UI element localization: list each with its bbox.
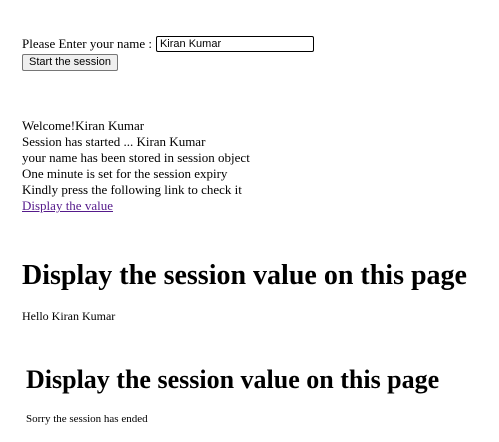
session-status: Welcome!Kiran Kumar Session has started … <box>22 118 250 214</box>
start-session-button[interactable]: Start the session <box>22 54 118 71</box>
welcome-text: Welcome!Kiran Kumar <box>22 118 145 133</box>
expiry-text: One minute is set for the session expiry <box>22 166 228 181</box>
name-input[interactable] <box>155 36 314 52</box>
display-section: Display the session value on this page H… <box>22 259 467 323</box>
session-started-text: Session has started ... Kiran Kumar <box>22 134 206 149</box>
stored-text: your name has been stored in session obj… <box>22 150 250 165</box>
display-value-link[interactable]: Display the value <box>22 198 113 213</box>
session-ended-message: Sorry the session has ended <box>26 413 148 425</box>
expired-section: Display the session value on this page S… <box>26 364 439 426</box>
hello-message: Hello Kiran Kumar <box>22 309 116 323</box>
session-form: Please Enter your name : Start the sessi… <box>22 36 314 71</box>
name-label: Please Enter your name : <box>22 36 152 51</box>
name-row: Please Enter your name : <box>22 36 314 52</box>
instruction-text: Kindly press the following link to check… <box>22 182 242 197</box>
display-heading: Display the session value on this page <box>22 260 467 291</box>
expired-heading: Display the session value on this page <box>26 365 440 394</box>
